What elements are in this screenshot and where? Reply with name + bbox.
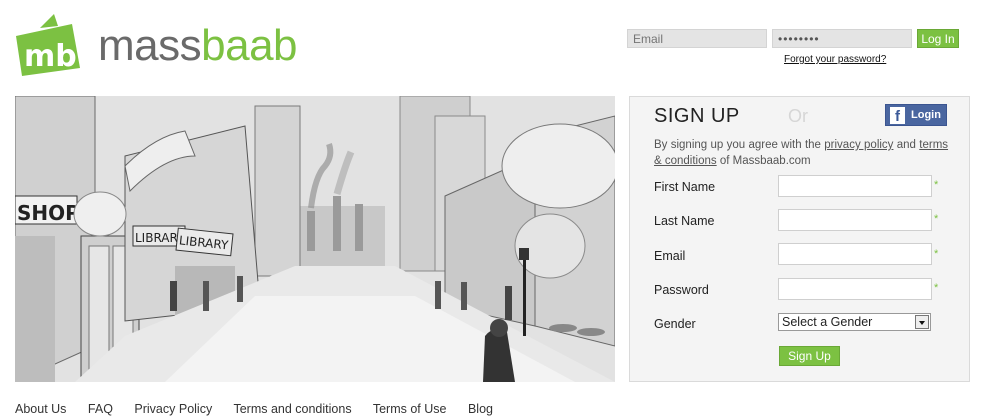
- facebook-login-label: Login: [911, 109, 941, 121]
- gender-label: Gender: [654, 317, 696, 331]
- password-field[interactable]: [778, 278, 932, 300]
- logo-wordmark-part1: mass: [98, 21, 202, 70]
- email-label: Email: [654, 249, 686, 263]
- first-name-required-mark: *: [934, 179, 939, 191]
- signup-button[interactable]: Sign Up: [779, 346, 840, 366]
- shop-sign-text: SHOP: [17, 201, 80, 225]
- footer-nav: About Us FAQ Privacy Policy Terms and co…: [15, 402, 511, 416]
- signup-title: SIGN UP: [654, 105, 740, 127]
- footer-link-terms-of-use[interactable]: Terms of Use: [373, 402, 447, 416]
- last-name-label: Last Name: [654, 214, 715, 228]
- terms-and: and: [896, 139, 916, 151]
- logo-wordmark-part2: baab: [201, 21, 298, 70]
- footer-link-privacy-policy[interactable]: Privacy Policy: [134, 402, 212, 416]
- signup-terms-text: By signing up you agree with the privacy…: [654, 137, 948, 169]
- facebook-login-button[interactable]: f Login: [885, 104, 947, 126]
- last-name-field[interactable]: [778, 209, 932, 231]
- footer-link-about-us[interactable]: About Us: [15, 402, 66, 416]
- email-field[interactable]: [778, 243, 932, 265]
- gender-select[interactable]: Select a Gender: [778, 313, 931, 331]
- top-email-input[interactable]: [627, 29, 767, 48]
- signup-or-label: Or: [788, 106, 808, 126]
- dropdown-arrow-icon[interactable]: [915, 315, 929, 329]
- footer-link-blog[interactable]: Blog: [468, 402, 493, 416]
- terms-suffix: of Massbaab.com: [719, 155, 811, 167]
- logo-badge: mb: [16, 14, 80, 76]
- facebook-icon: f: [890, 107, 905, 125]
- top-login-button[interactable]: Log In: [917, 29, 959, 48]
- logo-badge-text: mb: [24, 39, 77, 74]
- password-required-mark: *: [934, 282, 939, 294]
- signup-panel: SIGN UP Or f Login By signing up you agr…: [629, 96, 970, 382]
- first-name-label: First Name: [654, 180, 716, 194]
- forgot-password-link[interactable]: Forgot your password?: [784, 54, 886, 65]
- privacy-policy-link[interactable]: privacy policy: [824, 139, 893, 151]
- terms-prefix: By signing up you agree with the: [654, 139, 821, 151]
- email-required-mark: *: [934, 248, 939, 260]
- last-name-required-mark: *: [934, 213, 939, 225]
- city-street-sketch: SHOP LIBRARY LIBRARY: [15, 96, 615, 382]
- top-password-input[interactable]: [772, 29, 912, 48]
- logo-wordmark: massbaab: [98, 21, 298, 70]
- gender-selected-value: Select a Gender: [782, 315, 873, 329]
- footer-link-terms-and-conditions[interactable]: Terms and conditions: [233, 402, 351, 416]
- password-label: Password: [654, 283, 709, 297]
- footer-link-faq[interactable]: FAQ: [88, 402, 113, 416]
- site-logo[interactable]: mb massbaab: [14, 14, 314, 78]
- hero-illustration: SHOP LIBRARY LIBRARY: [15, 96, 615, 382]
- first-name-field[interactable]: [778, 175, 932, 197]
